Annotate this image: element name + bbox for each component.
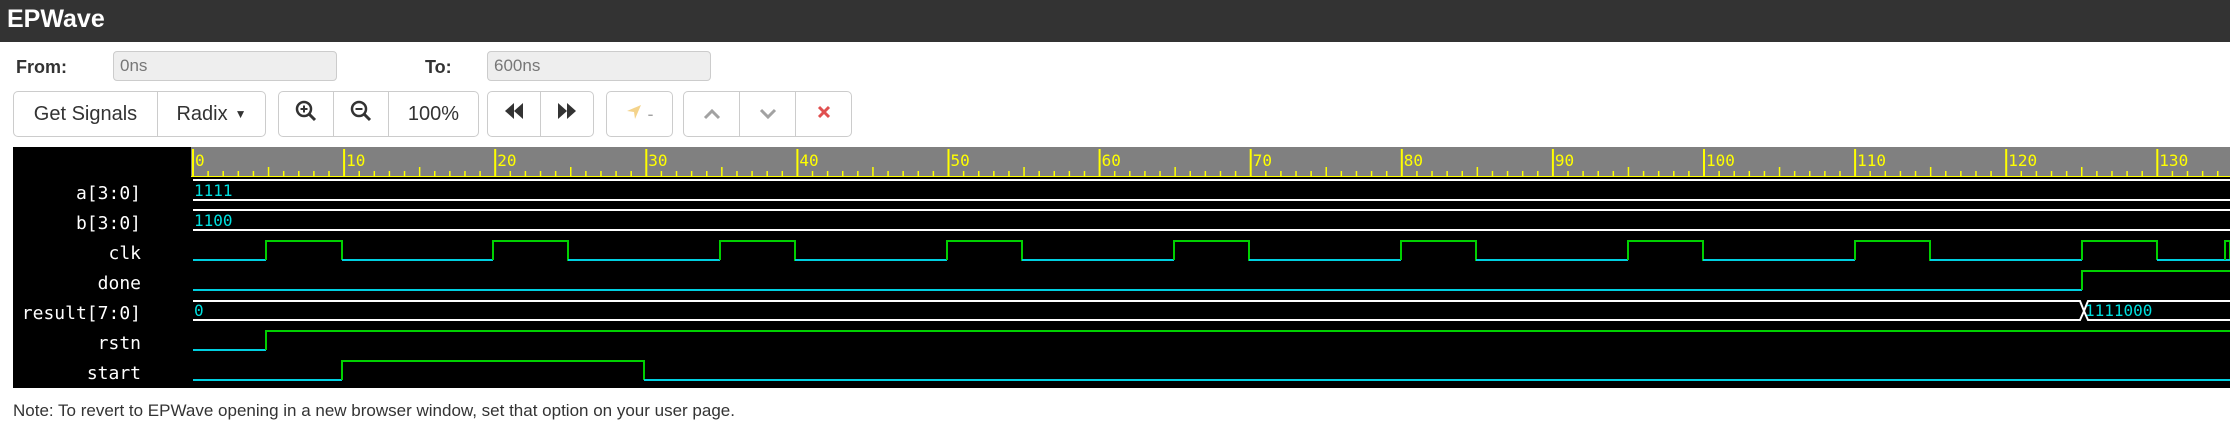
done-wave-high <box>2081 270 2230 290</box>
ruler-label: 80 <box>1404 151 1423 170</box>
cursor-icon <box>626 103 642 126</box>
time-ruler-ticks: 0 10 20 30 40 50 60 70 80 90 100 110 120 130 <box>192 149 2219 177</box>
from-label: From: <box>16 57 67 77</box>
close-icon <box>816 103 832 126</box>
time-ruler[interactable]: 0 10 20 30 40 50 60 70 80 90 100 110 120 130 <box>191 147 2230 177</box>
waveform-traces[interactable]: 1111 1100 0 1111000 <box>191 177 2230 388</box>
next-transition-button[interactable] <box>739 91 796 137</box>
zoom-out-button[interactable] <box>333 91 389 137</box>
bus-result-value-1: 1111000 <box>2085 301 2152 320</box>
signal-name-result[interactable]: result[7:0] <box>0 304 141 324</box>
get-signals-button[interactable]: Get Signals <box>13 91 158 137</box>
ruler-label: 120 <box>2008 151 2037 170</box>
rstn-wave-high <box>265 330 2230 350</box>
ruler-label: 70 <box>1253 151 1272 170</box>
ruler-label: 130 <box>2159 151 2188 170</box>
ruler-label: 110 <box>1857 151 1886 170</box>
caret-down-icon: ▼ <box>234 107 247 121</box>
zoom-level-button[interactable]: 100% <box>388 91 479 137</box>
get-signals-label: Get Signals <box>33 102 138 125</box>
chevron-down-icon <box>759 103 777 126</box>
from-input[interactable] <box>113 51 337 81</box>
ruler-label: 30 <box>648 151 667 170</box>
start-wave-high <box>341 360 645 380</box>
ruler-label: 0 <box>195 151 205 170</box>
backward-icon <box>503 102 525 126</box>
zoom-in-icon <box>295 100 317 128</box>
cursor-button[interactable]: - <box>606 91 673 137</box>
signal-name-clk[interactable]: clk <box>0 244 141 264</box>
signal-name-b[interactable]: b[3:0] <box>0 214 141 234</box>
signal-name-rstn[interactable]: rstn <box>0 334 141 354</box>
clk-wave-high <box>265 240 2230 261</box>
signal-name-a[interactable]: a[3:0] <box>0 184 141 204</box>
signal-name-done[interactable]: done <box>0 274 141 294</box>
to-label: To: <box>425 57 452 77</box>
app-titlebar: EPWave <box>0 0 2230 42</box>
scroll-right-button[interactable] <box>540 91 594 137</box>
radix-dropdown[interactable]: Radix ▼ <box>157 91 266 137</box>
ruler-label: 60 <box>1102 151 1121 170</box>
ruler-label: 100 <box>1706 151 1735 170</box>
zoom-in-button[interactable] <box>278 91 334 137</box>
to-input[interactable] <box>487 51 711 81</box>
ruler-label: 50 <box>951 151 970 170</box>
bus-result-seg0 <box>193 300 2086 321</box>
app-title: EPWave <box>7 5 105 33</box>
ruler-label: 40 <box>799 151 818 170</box>
ruler-label: 20 <box>497 151 516 170</box>
signal-name-start[interactable]: start <box>0 364 141 384</box>
radix-label: Radix <box>176 102 228 125</box>
chevron-up-icon <box>703 103 721 126</box>
zoom-out-icon <box>350 100 372 128</box>
signal-names-header <box>13 147 191 177</box>
forward-icon <box>556 102 578 126</box>
bus-result-value-0: 0 <box>194 301 204 320</box>
ruler-label: 90 <box>1555 151 1574 170</box>
remove-signal-button[interactable] <box>795 91 852 137</box>
waveform-panel[interactable]: 0 10 20 30 40 50 60 70 80 90 100 110 120 130 a[3:0] b… <box>13 147 2230 388</box>
ruler-label: 10 <box>346 151 365 170</box>
bus-b-value: 1100 <box>194 211 233 230</box>
scroll-left-button[interactable] <box>487 91 541 137</box>
prev-transition-button[interactable] <box>683 91 740 137</box>
zoom-level-label: 100% <box>407 102 460 125</box>
cursor-value: - <box>647 103 654 124</box>
bus-a-value: 1111 <box>194 181 233 200</box>
footer-note: Note: To revert to EPWave opening in a n… <box>13 401 735 420</box>
